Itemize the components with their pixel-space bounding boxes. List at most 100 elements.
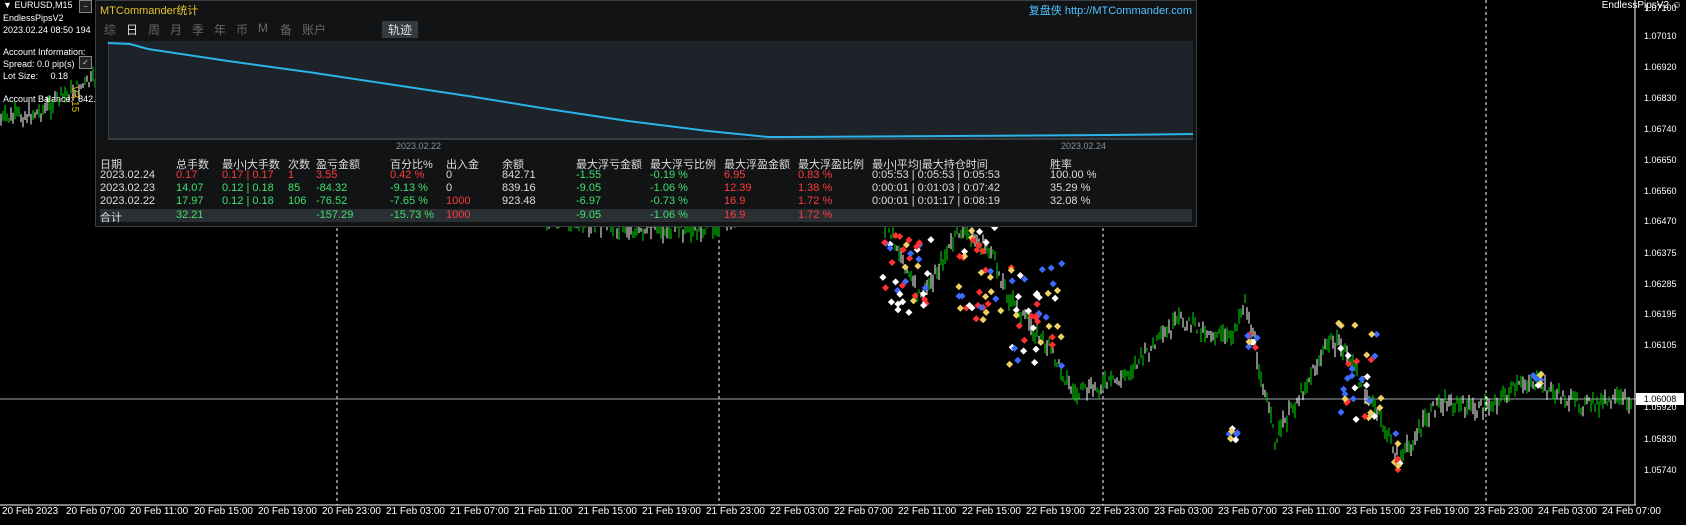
trade-marker	[905, 308, 913, 316]
time-axis-label: 20 Feb 15:00	[194, 506, 253, 517]
table-cell: -1.55	[576, 169, 602, 181]
table-cell: 3.55	[316, 169, 338, 181]
trade-marker	[1048, 333, 1056, 341]
trade-marker	[1337, 408, 1345, 416]
time-axis-label: 23 Feb 03:00	[1154, 506, 1213, 517]
server-time: 2023.02.24 08:50 194	[3, 25, 91, 35]
time-axis-label: 21 Feb 03:00	[386, 506, 445, 517]
trade-marker	[1363, 381, 1371, 389]
price-axis-label: 1.06740	[1644, 124, 1677, 134]
time-axis-label: 23 Feb 23:00	[1474, 506, 1533, 517]
time-axis-label: 20 Feb 23:00	[322, 506, 381, 517]
table-cell: 1	[288, 169, 295, 181]
table-cell: 2023.02.24	[100, 169, 156, 181]
tab-summary[interactable]: 综	[104, 21, 126, 38]
tab-week[interactable]: 周	[148, 21, 170, 38]
tab-currency[interactable]: 币	[236, 21, 258, 38]
trade-marker	[1057, 333, 1065, 341]
trade-marker	[1042, 313, 1050, 321]
table-cell: 0.42 %	[390, 169, 425, 181]
table-cell: 0.12 | 0.18	[222, 195, 274, 207]
table-cell: 16.9	[724, 195, 746, 207]
table-cell: 35.29 %	[1050, 182, 1091, 194]
table-cell: -9.13 %	[390, 182, 428, 194]
table-cell: 2023.02.22	[100, 195, 156, 207]
trade-marker	[1058, 260, 1066, 268]
trade-marker	[956, 304, 964, 312]
price-axis-label: 1.07100	[1644, 3, 1677, 13]
trade-marker	[887, 298, 895, 306]
trade-marker	[914, 262, 922, 270]
trade-marker	[1053, 286, 1062, 295]
trade-marker	[1232, 436, 1240, 444]
table-cell: 32.21	[176, 209, 204, 221]
tab-account[interactable]: 账户	[302, 21, 336, 38]
tab-track[interactable]: 轨迹	[382, 21, 419, 38]
trade-marker	[1020, 347, 1028, 355]
table-row: 2023.02.22 17.97 0.12 | 0.18 106 -76.52 -7.65…	[100, 195, 1192, 208]
table-cell: 0.83 %	[798, 169, 833, 181]
time-axis-label: 24 Feb 07:00	[1602, 506, 1661, 517]
equity-graph	[107, 41, 1194, 140]
checkbox-icon[interactable]: ✓	[79, 56, 92, 69]
tab-magic[interactable]: M	[258, 21, 280, 38]
price-axis-label: 1.06830	[1644, 93, 1677, 103]
trade-marker	[894, 306, 902, 314]
table-cell: 839.16	[502, 182, 536, 194]
tab-note[interactable]: 备	[280, 21, 302, 38]
table-cell: -9.05	[576, 182, 602, 194]
trade-marker	[1048, 341, 1056, 349]
current-price-label: 1.06008	[1636, 393, 1684, 405]
collapse-triangle-icon[interactable]: ▼	[3, 0, 12, 10]
tab-year[interactable]: 年	[214, 21, 236, 38]
trade-marker	[927, 236, 935, 244]
table-cell: -15.73 %	[390, 209, 435, 221]
time-axis-label: 21 Feb 19:00	[642, 506, 701, 517]
trade-marker	[1351, 321, 1359, 329]
trade-marker	[982, 238, 990, 247]
trade-marker	[1349, 395, 1357, 403]
table-cell: 6.95	[724, 169, 746, 181]
tab-day[interactable]: 日	[126, 21, 148, 38]
trade-marker	[915, 255, 923, 263]
minimize-icon[interactable]: −	[79, 0, 92, 13]
account-information: Account Information:	[3, 47, 86, 57]
trade-marker	[1353, 357, 1361, 365]
tab-quarter[interactable]: 季	[192, 21, 214, 38]
table-cell: 0.12 | 0.18	[222, 182, 274, 194]
trade-marker	[1031, 358, 1039, 367]
ea-name: EndlessPipsV2	[3, 13, 64, 23]
table-cell: 1.38 %	[798, 182, 833, 194]
trade-marker	[1032, 345, 1040, 353]
table-cell: -7.65 %	[390, 195, 428, 207]
table-cell: 1.72 %	[798, 195, 833, 207]
price-axis-label: 1.07010	[1644, 31, 1677, 41]
stats-panel[interactable]: MTCommander统计 复盘侠 http://MTCommander.com…	[95, 0, 1197, 227]
time-axis-label: 22 Feb 15:00	[962, 506, 1021, 517]
lot-size-info: Lot Size: 0.18	[3, 71, 69, 81]
time-axis-label: 22 Feb 19:00	[1026, 506, 1085, 517]
trade-marker	[1394, 440, 1402, 448]
tab-month[interactable]: 月	[170, 21, 192, 38]
table-cell: -9.05	[576, 209, 602, 221]
price-axis-label: 1.06195	[1644, 309, 1677, 319]
trade-marker	[1014, 356, 1022, 364]
trade-marker	[1363, 351, 1371, 359]
version-label: V3.15	[69, 86, 80, 113]
trade-marker	[955, 283, 963, 291]
price-axis-label: 1.06105	[1644, 340, 1677, 350]
time-axis-label: 23 Feb 07:00	[1218, 506, 1277, 517]
table-cell: 2023.02.23	[100, 182, 156, 194]
table-cell: -76.52	[316, 195, 348, 207]
trade-marker	[892, 278, 900, 286]
trade-marker	[1020, 336, 1028, 344]
panel-brand-link[interactable]: 复盘侠 http://MTCommander.com	[1029, 2, 1192, 18]
table-header-row: 日期 总手数 最小|大手数 次数 盈亏金额 百分比% 出入金 余额 最大浮亏金额 最大浮亏比例 最大…	[100, 156, 1192, 171]
equity-curve	[107, 42, 1194, 138]
table-cell: 0.17	[176, 169, 198, 181]
table-cell: 16.9	[724, 209, 746, 221]
price-axis-label: 1.06285	[1644, 279, 1677, 289]
table-cell: -1.06 %	[650, 209, 688, 221]
trade-marker	[881, 284, 890, 292]
trade-marker	[979, 316, 987, 324]
